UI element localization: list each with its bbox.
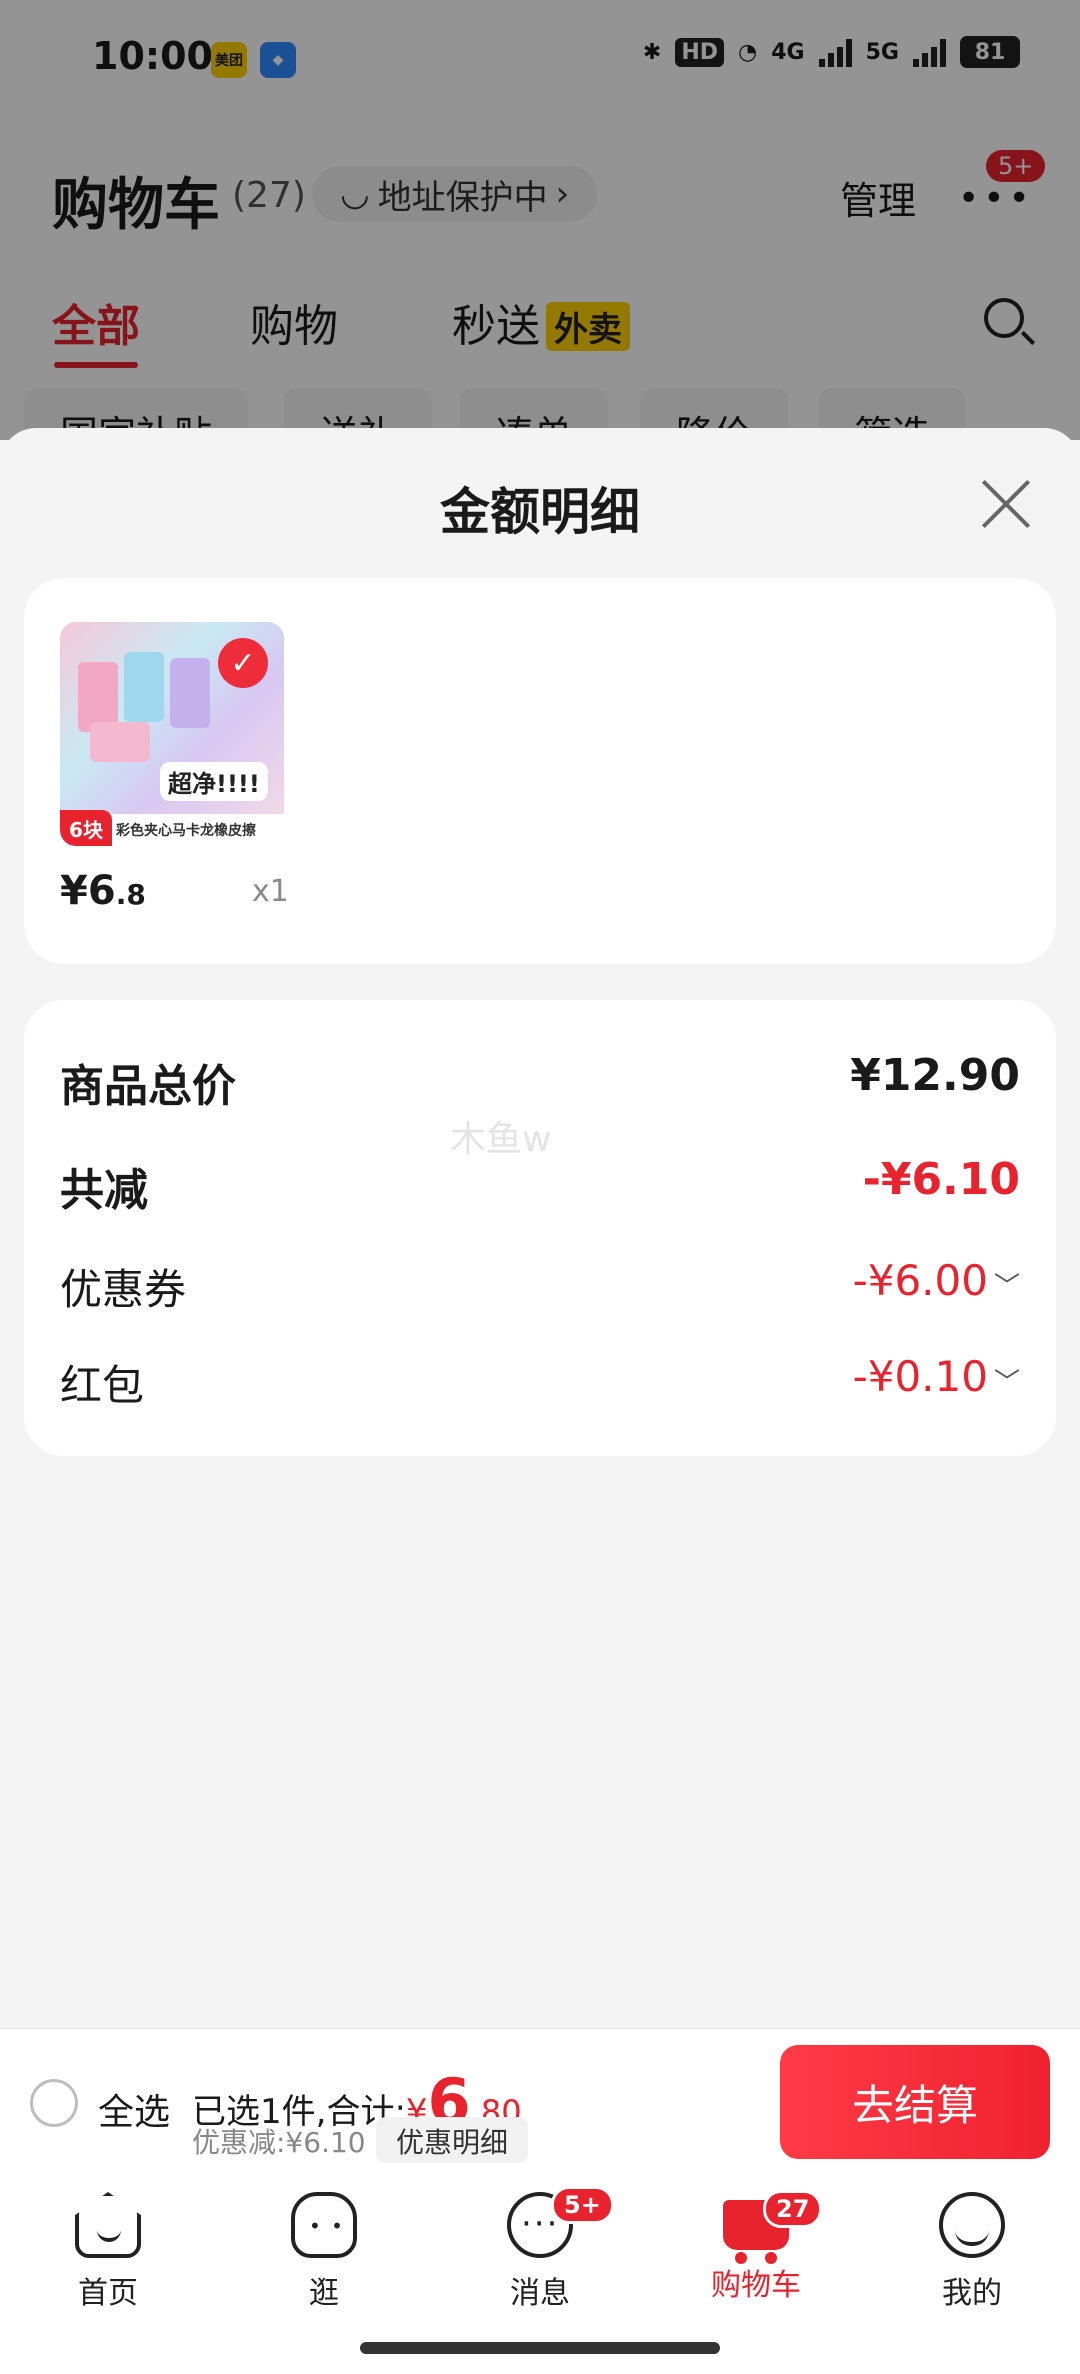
item-quantity: x1 <box>252 874 289 909</box>
checkout-button[interactable]: 去结算 <box>780 2045 1050 2159</box>
product-image-bubble: 超净!!!! <box>160 762 268 801</box>
coupon-value: -¥6.00 <box>852 1256 988 1305</box>
cart-badge: 27 <box>763 2190 823 2228</box>
product-image-count: 6块 <box>60 810 112 846</box>
total-reduction-label: 共减 <box>60 1165 148 1216</box>
chevron-down-icon: ﹀ <box>993 1368 1020 1398</box>
total-price-value: ¥12.90 <box>850 1050 1020 1101</box>
total-price-label: 商品总价 <box>60 1061 236 1112</box>
cart-icon: 27 <box>723 2190 823 2264</box>
red-packet-row[interactable]: 红包 -¥0.10 ﹀ <box>60 1352 1020 1412</box>
item-price: ¥6.8 <box>60 868 146 914</box>
nav-cart[interactable]: 27 购物车 <box>648 2190 864 2304</box>
red-packet-value: -¥0.10 <box>852 1352 988 1401</box>
discount-detail-button[interactable]: 优惠明细 <box>376 2117 529 2163</box>
home-icon <box>75 2192 141 2258</box>
messages-badge: 5+ <box>551 2186 614 2224</box>
select-all-label[interactable]: 全选 <box>98 2083 170 2135</box>
browse-icon <box>291 2192 357 2258</box>
coupon-row[interactable]: 优惠券 -¥6.00 ﹀ <box>60 1256 1020 1316</box>
amount-detail-sheet: 金额明细 ✓ 超净!!!! 彩色夹心马卡龙橡皮擦 6块 ¥6.8 x1 木鱼w … <box>0 428 1080 2028</box>
nav-home[interactable]: 首页 <box>0 2192 216 2312</box>
select-all-radio[interactable] <box>30 2079 78 2127</box>
nav-profile-label: 我的 <box>942 2276 1002 2311</box>
coupon-label: 优惠券 <box>60 1265 187 1314</box>
nav-browse-label: 逛 <box>309 2276 339 2311</box>
modal-overlay[interactable] <box>0 0 1080 440</box>
selected-items-card: ✓ 超净!!!! 彩色夹心马卡龙橡皮擦 6块 ¥6.8 x1 <box>24 578 1056 964</box>
message-icon: 5+ <box>507 2186 614 2258</box>
product-image[interactable]: ✓ 超净!!!! 彩色夹心马卡龙橡皮擦 6块 <box>60 622 284 846</box>
nav-profile[interactable]: 我的 <box>864 2192 1080 2312</box>
total-price-row: 商品总价 ¥12.90 <box>60 1050 1020 1112</box>
price-summary-card: 木鱼w 商品总价 ¥12.90 共减 -¥6.10 优惠券 -¥6.00 ﹀ 红包… <box>24 1000 1056 1456</box>
item-price-symbol: ¥ <box>60 868 88 914</box>
nav-home-label: 首页 <box>78 2276 138 2311</box>
nav-cart-label: 购物车 <box>711 2268 801 2303</box>
nav-messages-label: 消息 <box>510 2276 570 2311</box>
total-reduction-row: 共减 -¥6.10 <box>60 1154 1020 1216</box>
sheet-title: 金额明细 <box>440 483 640 541</box>
total-reduction-value: -¥6.10 <box>862 1154 1020 1205</box>
nav-browse[interactable]: 逛 <box>216 2192 432 2312</box>
selected-check-icon: ✓ <box>218 638 268 688</box>
checkout-bar: 全选 已选1件,合计:¥6.80 优惠减:¥6.10 优惠明细 去结算 <box>0 2028 1080 2176</box>
bottom-navigation: 首页 逛 5+ 消息 27 购物车 我的 <box>0 2176 1080 2374</box>
item-price-decimal: .8 <box>115 878 146 911</box>
red-packet-label: 红包 <box>60 1361 145 1410</box>
close-icon[interactable] <box>980 478 1032 530</box>
profile-icon <box>939 2192 1005 2258</box>
nav-messages[interactable]: 5+ 消息 <box>432 2186 648 2312</box>
item-price-integer: 6 <box>87 868 116 914</box>
chevron-down-icon: ﹀ <box>993 1272 1020 1302</box>
discount-summary: 优惠减:¥6.10 <box>192 2126 366 2159</box>
home-indicator[interactable] <box>360 2342 720 2354</box>
